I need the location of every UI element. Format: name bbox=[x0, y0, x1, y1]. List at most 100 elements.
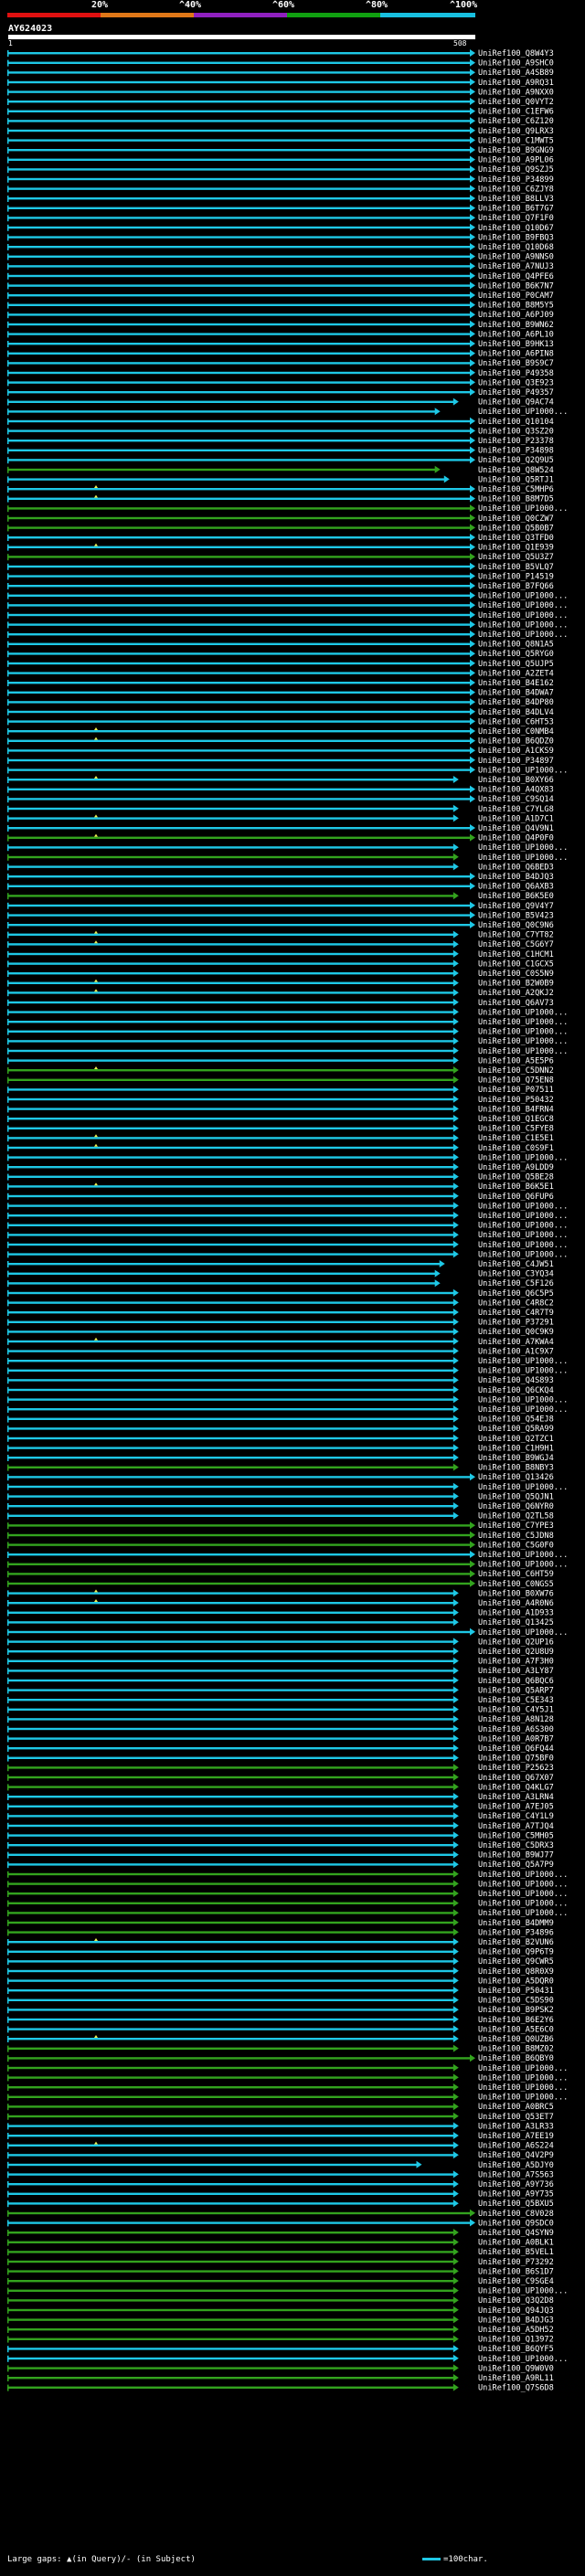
hit-label[interactable]: UniRef100_A7EJ05 bbox=[478, 1803, 554, 1812]
hit-bar[interactable] bbox=[8, 1553, 472, 1556]
hit-label[interactable]: UniRef100_Q3SZ20 bbox=[478, 427, 554, 436]
hit-bar[interactable] bbox=[8, 2038, 455, 2041]
hit-bar[interactable] bbox=[8, 739, 472, 742]
hit-label[interactable]: UniRef100_A9NNS0 bbox=[478, 253, 554, 262]
hit-bar[interactable] bbox=[8, 139, 472, 142]
hit-label[interactable]: UniRef100_B4DMM9 bbox=[478, 1919, 554, 1928]
hit-bar[interactable] bbox=[8, 381, 472, 384]
hit-label[interactable]: UniRef100_B6QDZ0 bbox=[478, 737, 554, 747]
hit-label[interactable]: UniRef100_Q5BXU5 bbox=[478, 2200, 554, 2209]
hit-label[interactable]: UniRef100_Q75EN8 bbox=[478, 1076, 554, 1086]
hit-label[interactable]: UniRef100_C4Y1L9 bbox=[478, 1812, 554, 1821]
hit-bar[interactable] bbox=[8, 1088, 455, 1091]
hit-label[interactable]: UniRef100_Q4V2P9 bbox=[478, 2151, 554, 2160]
hit-label[interactable]: UniRef100_UP1000... bbox=[478, 408, 568, 417]
hit-bar[interactable] bbox=[8, 1582, 472, 1585]
hit-label[interactable]: UniRef100_Q4PFE6 bbox=[478, 272, 554, 281]
hit-bar[interactable] bbox=[8, 691, 472, 694]
hit-bar[interactable] bbox=[8, 80, 472, 84]
hit-bar[interactable] bbox=[8, 2386, 455, 2389]
hit-label[interactable]: UniRef100_UP1000... bbox=[478, 592, 568, 601]
hit-bar[interactable] bbox=[8, 429, 472, 432]
hit-label[interactable]: UniRef100_C7YLG8 bbox=[478, 805, 554, 814]
hit-bar[interactable] bbox=[8, 2076, 455, 2079]
hit-label[interactable]: UniRef100_A4R0N6 bbox=[478, 1599, 554, 1608]
hit-bar[interactable] bbox=[8, 1670, 455, 1672]
hit-label[interactable]: UniRef100_UP1000... bbox=[478, 2287, 568, 2296]
hit-label[interactable]: UniRef100_Q2U8U9 bbox=[478, 1648, 554, 1657]
hit-label[interactable]: UniRef100_P34899 bbox=[478, 175, 554, 185]
hit-label[interactable]: UniRef100_B0XY66 bbox=[478, 776, 554, 785]
hit-label[interactable]: UniRef100_B9PSK2 bbox=[478, 2006, 554, 2015]
hit-bar[interactable] bbox=[8, 1330, 455, 1333]
hit-bar[interactable] bbox=[8, 585, 472, 588]
hit-bar[interactable] bbox=[8, 120, 472, 122]
hit-bar[interactable] bbox=[8, 817, 455, 820]
hit-bar[interactable] bbox=[8, 1824, 455, 1828]
hit-label[interactable]: UniRef100_B9GNG9 bbox=[478, 146, 554, 155]
hit-label[interactable]: UniRef100_UP1000... bbox=[478, 1880, 568, 1889]
hit-label[interactable]: UniRef100_UP1000... bbox=[478, 2355, 568, 2364]
hit-bar[interactable] bbox=[8, 2270, 455, 2273]
hit-label[interactable]: UniRef100_C7YT82 bbox=[478, 931, 554, 940]
hit-bar[interactable] bbox=[8, 110, 472, 112]
hit-label[interactable]: UniRef100_P49357 bbox=[478, 388, 554, 398]
hit-bar[interactable] bbox=[8, 2028, 455, 2030]
hit-label[interactable]: UniRef100_A9Y736 bbox=[478, 2180, 554, 2189]
hit-label[interactable]: UniRef100_A6S300 bbox=[478, 1725, 554, 1734]
hit-bar[interactable] bbox=[8, 1194, 455, 1198]
hit-label[interactable]: UniRef100_B0XW76 bbox=[478, 1589, 554, 1598]
hit-bar[interactable] bbox=[8, 1563, 472, 1565]
hit-label[interactable]: UniRef100_UP1000... bbox=[478, 1551, 568, 1560]
hit-bar[interactable] bbox=[8, 1853, 455, 1856]
hit-label[interactable]: UniRef100_UP1000... bbox=[478, 1871, 568, 1880]
hit-bar[interactable] bbox=[8, 1204, 455, 1207]
hit-label[interactable]: UniRef100_Q9LRX3 bbox=[478, 127, 554, 136]
hit-bar[interactable] bbox=[8, 865, 455, 868]
hit-label[interactable]: UniRef100_Q8N1A5 bbox=[478, 641, 554, 650]
hit-label[interactable]: UniRef100_P37291 bbox=[478, 1319, 554, 1328]
hit-label[interactable]: UniRef100_B6T7G7 bbox=[478, 205, 554, 214]
hit-label[interactable]: UniRef100_C0NGS5 bbox=[478, 1580, 554, 1589]
hit-bar[interactable] bbox=[8, 1040, 455, 1043]
hit-label[interactable]: UniRef100_C6HT59 bbox=[478, 1570, 554, 1579]
hit-label[interactable]: UniRef100_UP1000... bbox=[478, 1241, 568, 1250]
hit-label[interactable]: UniRef100_Q2TZC1 bbox=[478, 1435, 554, 1444]
hit-bar[interactable] bbox=[8, 1466, 455, 1468]
hit-label[interactable]: UniRef100_B5VEL1 bbox=[478, 2248, 554, 2257]
hit-bar[interactable] bbox=[8, 1263, 441, 1266]
hit-label[interactable]: UniRef100_Q7F1F0 bbox=[478, 214, 554, 223]
hit-label[interactable]: UniRef100_UP1000... bbox=[478, 843, 568, 853]
hit-label[interactable]: UniRef100_Q5U3Z7 bbox=[478, 553, 554, 562]
hit-bar[interactable] bbox=[8, 1301, 455, 1304]
hit-bar[interactable] bbox=[8, 274, 472, 278]
hit-bar[interactable] bbox=[8, 730, 472, 733]
hit-bar[interactable] bbox=[8, 836, 472, 839]
hit-bar[interactable] bbox=[8, 352, 472, 355]
hit-label[interactable]: UniRef100_P0CAM7 bbox=[478, 292, 554, 301]
hit-label[interactable]: UniRef100_Q3TFD0 bbox=[478, 534, 554, 543]
hit-label[interactable]: UniRef100_B6QYF5 bbox=[478, 2345, 554, 2354]
hit-label[interactable]: UniRef100_UP1000... bbox=[478, 766, 568, 775]
hit-bar[interactable] bbox=[8, 1166, 455, 1169]
hit-label[interactable]: UniRef100_UP1000... bbox=[478, 2064, 568, 2073]
hit-bar[interactable] bbox=[8, 1118, 455, 1120]
hit-bar[interactable] bbox=[8, 1291, 455, 1295]
hit-bar[interactable] bbox=[8, 2328, 455, 2331]
hit-bar[interactable] bbox=[8, 343, 472, 345]
hit-label[interactable]: UniRef100_Q4S893 bbox=[478, 1376, 554, 1385]
hit-label[interactable]: UniRef100_Q0UZB6 bbox=[478, 2035, 554, 2044]
hit-bar[interactable] bbox=[8, 1766, 455, 1769]
hit-bar[interactable] bbox=[8, 1630, 472, 1634]
hit-bar[interactable] bbox=[8, 400, 455, 403]
hit-label[interactable]: UniRef100_UP1000... bbox=[478, 1018, 568, 1027]
hit-label[interactable]: UniRef100_A7F3H0 bbox=[478, 1658, 554, 1667]
hit-bar[interactable] bbox=[8, 1388, 455, 1392]
hit-label[interactable]: UniRef100_P73292 bbox=[478, 2258, 554, 2267]
hit-label[interactable]: UniRef100_Q0C9K9 bbox=[478, 1328, 554, 1337]
hit-bar[interactable] bbox=[8, 333, 472, 335]
hit-bar[interactable] bbox=[8, 1699, 455, 1701]
hit-label[interactable]: UniRef100_C4R7T9 bbox=[478, 1309, 554, 1318]
hit-bar[interactable] bbox=[8, 633, 472, 636]
hit-label[interactable]: UniRef100_P34898 bbox=[478, 447, 554, 456]
